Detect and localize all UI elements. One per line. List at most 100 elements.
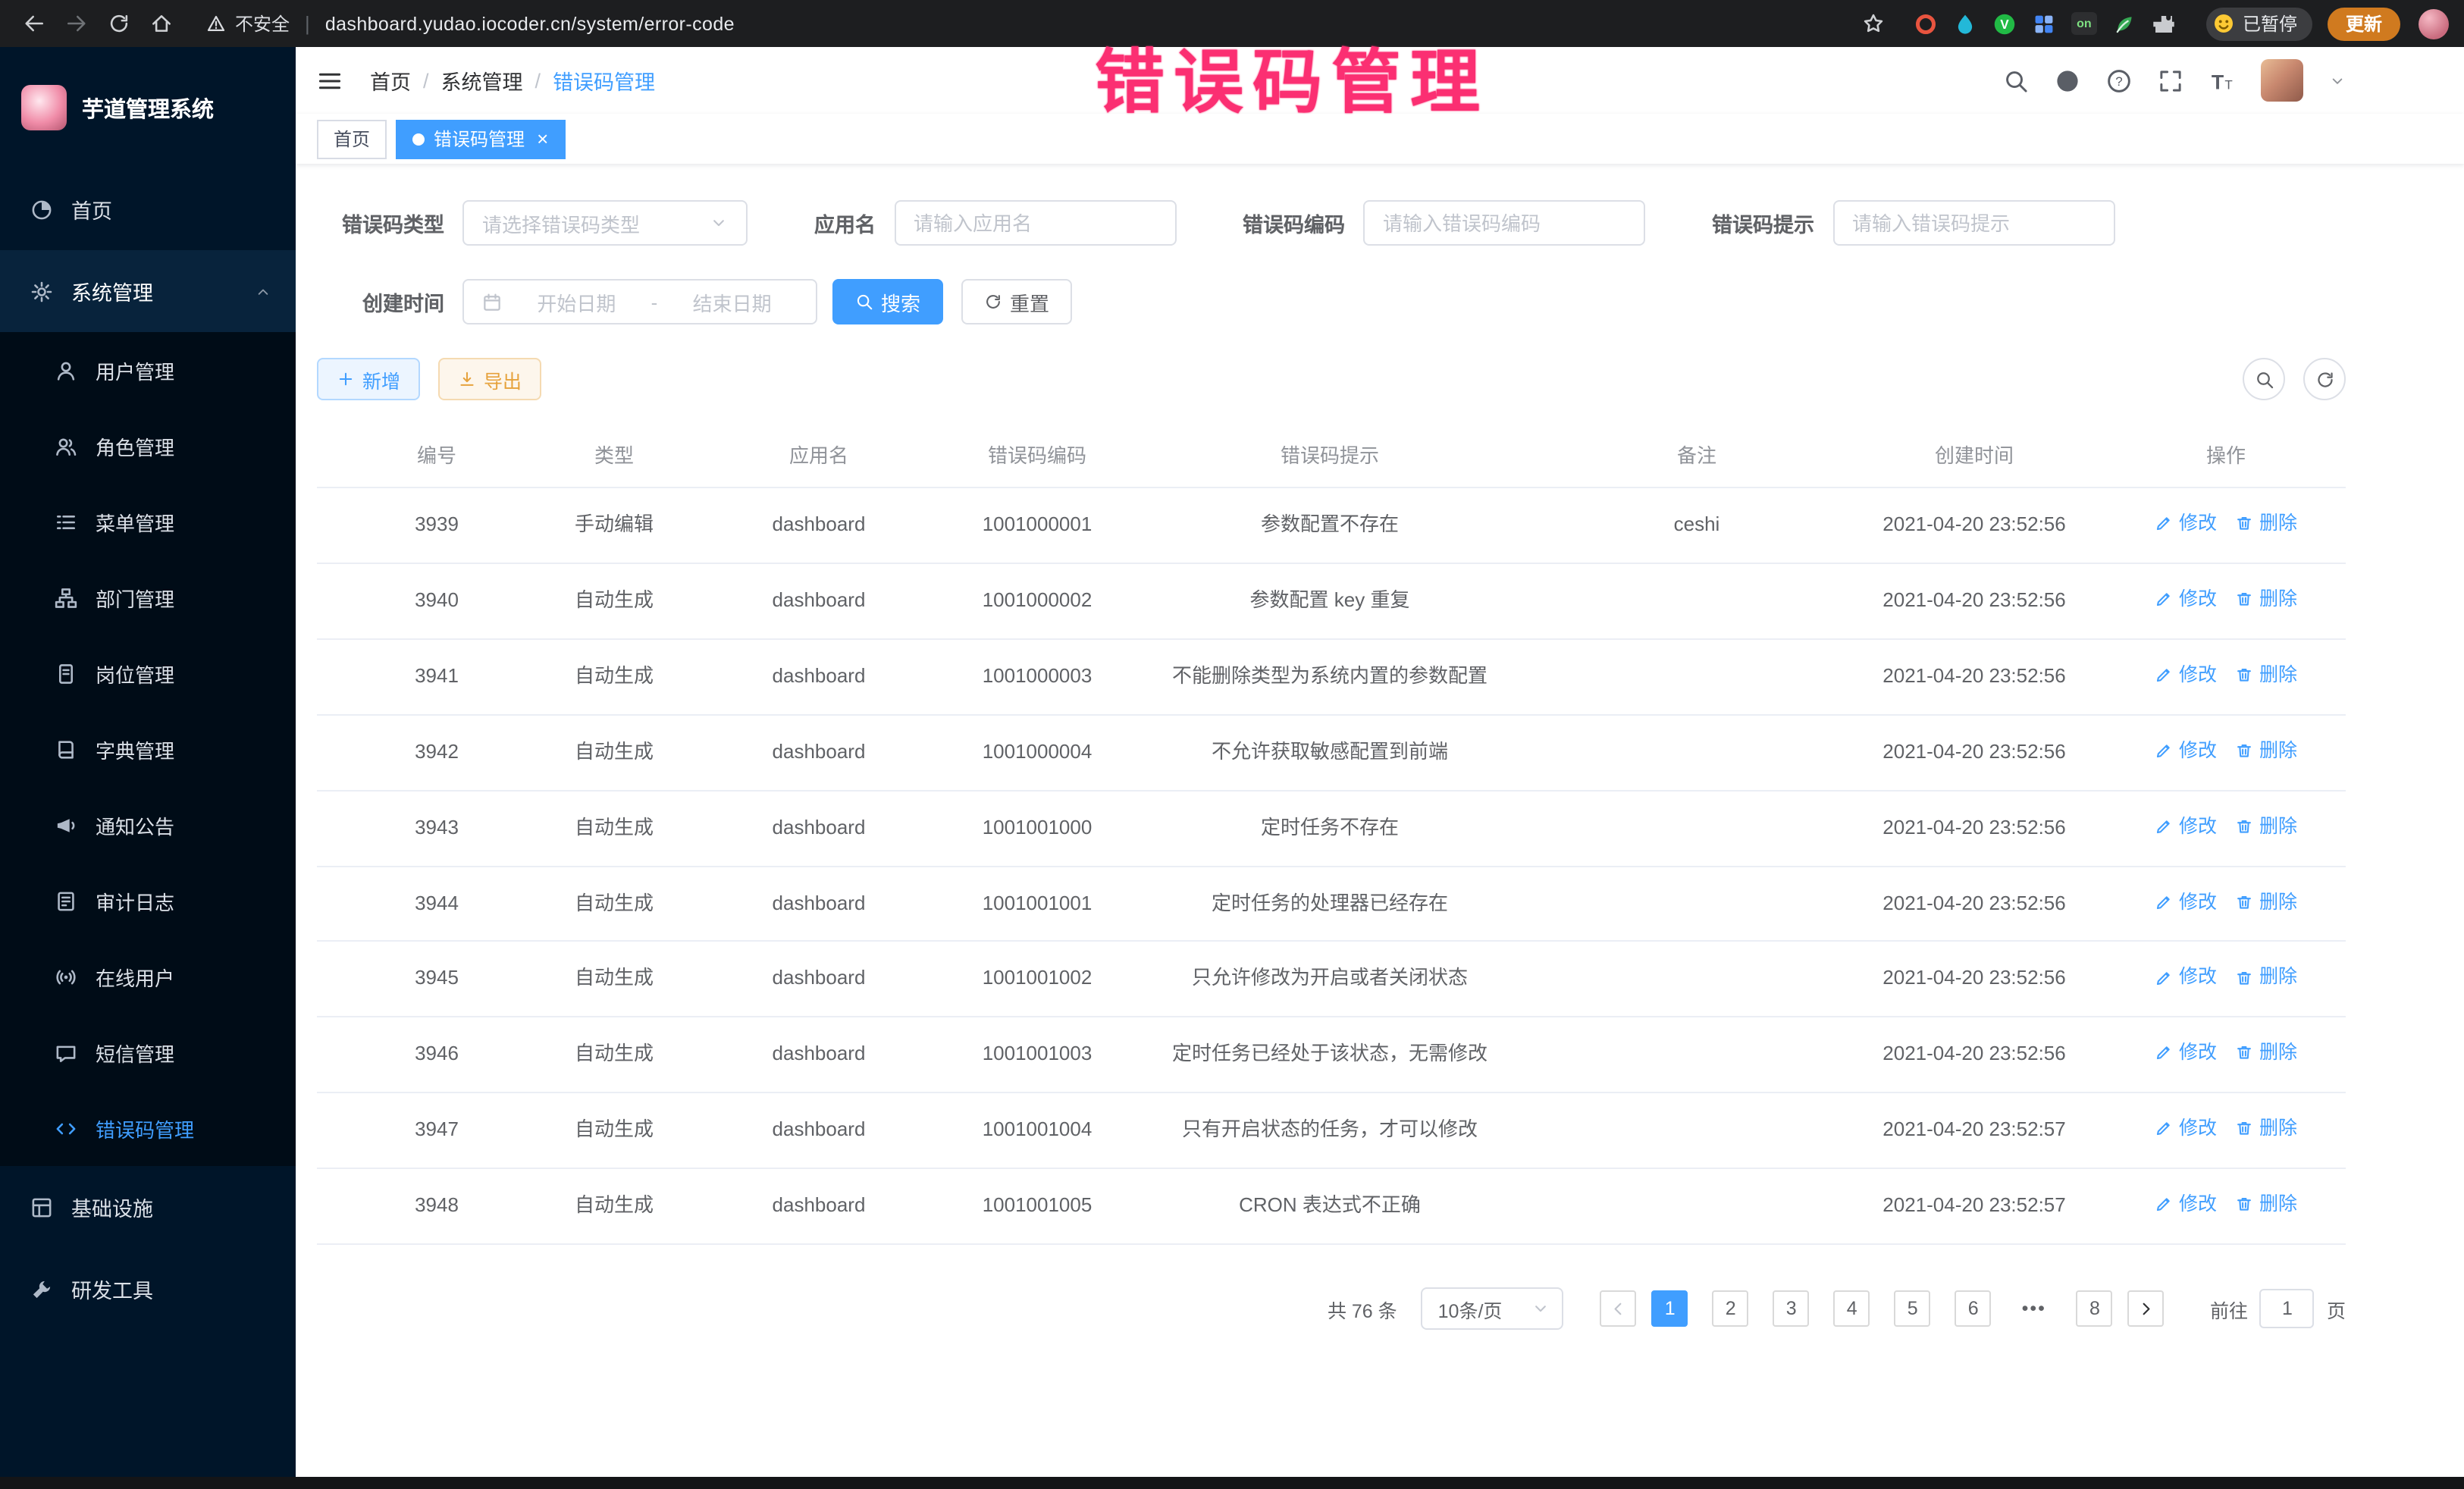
page-button-5[interactable]: 5: [1895, 1290, 1931, 1327]
extension-v-icon[interactable]: V: [1992, 11, 2017, 36]
extension-target-icon[interactable]: [1914, 11, 1938, 36]
tab-首页[interactable]: 首页: [317, 119, 387, 158]
delete-link[interactable]: 删除: [2235, 964, 2297, 991]
date-range-picker[interactable]: 开始日期 - 结束日期: [462, 279, 817, 324]
tab-错误码管理[interactable]: 错误码管理×: [396, 119, 565, 158]
github-icon[interactable]: [2055, 67, 2080, 93]
page-button-1[interactable]: 1: [1652, 1290, 1688, 1327]
prev-page-button[interactable]: [1600, 1290, 1637, 1327]
error-type-select[interactable]: 请选择错误码类型: [462, 200, 748, 246]
delete-link[interactable]: 删除: [2235, 585, 2297, 613]
extension-grid-icon[interactable]: [2032, 11, 2056, 36]
delete-link[interactable]: 删除: [2235, 1190, 2297, 1218]
user-avatar[interactable]: [2261, 59, 2303, 102]
delete-icon: [2235, 892, 2253, 911]
sidebar-item-system[interactable]: 系统管理: [0, 250, 296, 332]
toggle-search-button[interactable]: [2243, 358, 2285, 400]
delete-link[interactable]: 删除: [2235, 661, 2297, 688]
home-icon[interactable]: [143, 5, 179, 42]
search-icon[interactable]: [2003, 67, 2029, 93]
goto-page-input[interactable]: [2260, 1289, 2315, 1328]
edit-link[interactable]: 修改: [2155, 964, 2217, 991]
forward-icon[interactable]: [58, 5, 94, 42]
page-button-4[interactable]: 4: [1834, 1290, 1870, 1327]
breadcrumb-separator: /: [423, 69, 429, 92]
more-pages-button[interactable]: •••: [2016, 1290, 2052, 1327]
page-size-select[interactable]: 10条/页: [1422, 1287, 1564, 1330]
sidebar-item-errorcode[interactable]: 错误码管理: [0, 1090, 296, 1166]
extension-leaf-icon[interactable]: [2112, 11, 2136, 36]
sidebar-item-role[interactable]: 角色管理: [0, 408, 296, 484]
sidebar-item-post[interactable]: 岗位管理: [0, 635, 296, 711]
add-button[interactable]: 新增: [317, 358, 420, 400]
sidebar-item-sms[interactable]: 短信管理: [0, 1014, 296, 1090]
extensions-puzzle-icon[interactable]: [2152, 11, 2176, 36]
hamburger-icon[interactable]: [317, 67, 343, 93]
edit-link[interactable]: 修改: [2155, 509, 2217, 537]
page-button-8[interactable]: 8: [2077, 1290, 2113, 1327]
breadcrumb-item[interactable]: 首页: [370, 65, 411, 96]
sidebar-item-dict[interactable]: 字典管理: [0, 711, 296, 787]
next-page-button[interactable]: [2128, 1290, 2165, 1327]
page-button-2[interactable]: 2: [1713, 1290, 1749, 1327]
search-button[interactable]: 搜索: [832, 279, 943, 324]
edit-link[interactable]: 修改: [2155, 661, 2217, 688]
app-name-input[interactable]: [894, 200, 1176, 246]
font-size-icon[interactable]: TT: [2209, 67, 2235, 93]
sidebar-item-dept[interactable]: 部门管理: [0, 560, 296, 635]
back-icon[interactable]: [15, 5, 52, 42]
extension-drop-icon[interactable]: [1953, 11, 1977, 36]
sidebar-item-menu[interactable]: 菜单管理: [0, 484, 296, 560]
edit-icon: [2155, 514, 2173, 532]
delete-link[interactable]: 删除: [2235, 509, 2297, 537]
edit-link[interactable]: 修改: [2155, 1115, 2217, 1143]
sidebar-item-infra[interactable]: 基础设施: [0, 1166, 296, 1248]
edit-link[interactable]: 修改: [2155, 1039, 2217, 1067]
edit-link[interactable]: 修改: [2155, 585, 2217, 613]
page-button-6[interactable]: 6: [1955, 1290, 1992, 1327]
edit-link[interactable]: 修改: [2155, 888, 2217, 915]
browser-update-button[interactable]: 更新: [2328, 7, 2400, 40]
edit-link[interactable]: 修改: [2155, 812, 2217, 839]
reload-icon[interactable]: [100, 5, 136, 42]
browser-profile-avatar[interactable]: [2419, 8, 2449, 39]
delete-link[interactable]: 删除: [2235, 812, 2297, 839]
export-button[interactable]: 导出: [438, 358, 541, 400]
reset-button[interactable]: 重置: [961, 279, 1072, 324]
help-icon[interactable]: ?: [2106, 67, 2132, 93]
edit-link[interactable]: 修改: [2155, 736, 2217, 763]
filter-label-type: 错误码类型: [317, 208, 444, 238]
error-msg-input[interactable]: [1832, 200, 2114, 246]
sidebar-item-online[interactable]: 在线用户: [0, 939, 296, 1014]
sidebar-item-audit[interactable]: 审计日志: [0, 863, 296, 939]
extension-on-badge[interactable]: on: [2071, 12, 2097, 35]
paused-badge[interactable]: 已暂停: [2206, 7, 2312, 40]
sidebar-item-user[interactable]: 用户管理: [0, 332, 296, 408]
table-cell: 3947: [317, 1093, 556, 1169]
delete-icon: [2235, 741, 2253, 760]
close-tab-icon[interactable]: ×: [537, 129, 548, 149]
delete-link[interactable]: 删除: [2235, 1115, 2297, 1143]
bookmark-star-icon[interactable]: [1856, 5, 1892, 42]
security-indicator[interactable]: 不安全: [206, 11, 290, 36]
table-cell: dashboard: [672, 1017, 966, 1093]
delete-link[interactable]: 删除: [2235, 736, 2297, 763]
delete-link[interactable]: 删除: [2235, 888, 2297, 915]
delete-link[interactable]: 删除: [2235, 1039, 2297, 1067]
error-code-input[interactable]: [1363, 200, 1645, 246]
sidebar-item-notice[interactable]: 通知公告: [0, 787, 296, 863]
page-button-3[interactable]: 3: [1773, 1290, 1810, 1327]
sidebar-item-devtools[interactable]: 研发工具: [0, 1248, 296, 1330]
chevron-down-icon[interactable]: [2329, 72, 2346, 89]
url-text[interactable]: dashboard.yudao.iocoder.cn/system/error-…: [325, 13, 735, 34]
refresh-table-button[interactable]: [2303, 358, 2346, 400]
sidebar-item-label: 角色管理: [96, 431, 174, 460]
sidebar-item-home[interactable]: 首页: [0, 168, 296, 250]
breadcrumb-item[interactable]: 系统管理: [441, 65, 523, 96]
app-logo[interactable]: 芋道管理系统: [0, 47, 296, 168]
table-cell-actions: 修改删除: [2106, 639, 2346, 715]
active-tab-dot: [412, 133, 425, 145]
edit-link[interactable]: 修改: [2155, 1190, 2217, 1218]
fullscreen-icon[interactable]: [2158, 67, 2183, 93]
table-cell-actions: 修改删除: [2106, 866, 2346, 942]
